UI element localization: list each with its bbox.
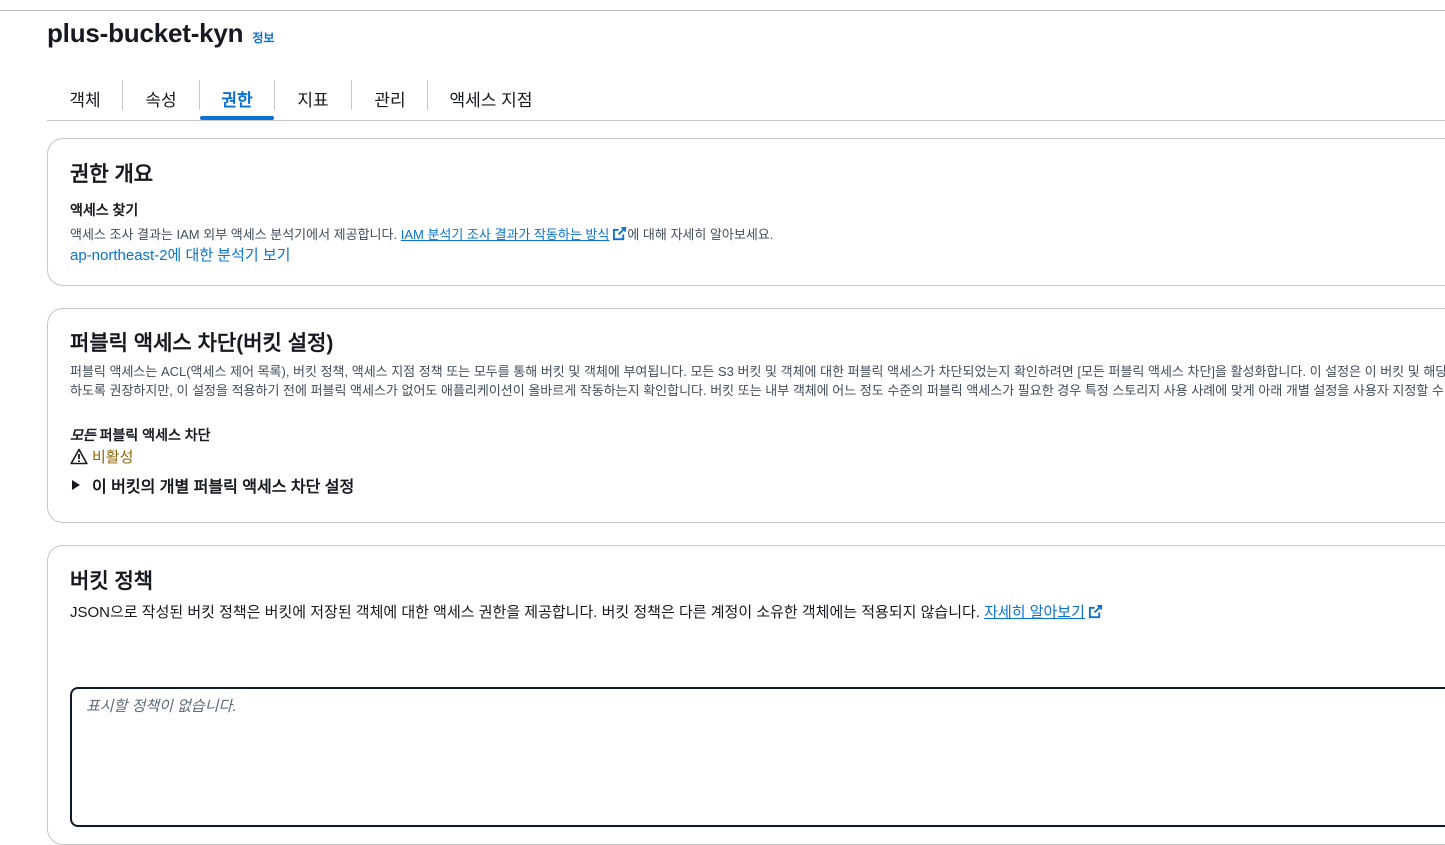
tab-bar: 객체 속성 권한 지표 관리 액세스 지점 [47,76,1445,121]
all-block-label: 모든 퍼블릭 액세스 차단 [70,425,210,445]
bucket-name-title: plus-bucket-kyn [47,18,244,48]
tab-access-points[interactable]: 액세스 지점 [428,76,554,120]
iam-analyzer-doc-link[interactable]: IAM 분석기 조사 결과가 작동하는 방식 [400,226,628,242]
tab-permissions[interactable]: 권한 [200,76,274,120]
access-desc-prefix: 액세스 조사 결과는 IAM 외부 액세스 분석기에서 제공합니다. [70,227,398,242]
caret-right-icon [72,480,80,490]
block-status: 비활성 [70,446,133,467]
warning-icon [70,448,88,465]
view-analyzer-link[interactable]: ap-northeast-2에 대한 분석기 보기 [70,244,290,265]
tab-management[interactable]: 관리 [352,76,428,120]
block-public-desc-line2: 하도록 권장하지만, 이 설정을 적용하기 전에 퍼블릭 액세스가 없어도 애플… [70,383,1445,398]
tab-metrics[interactable]: 지표 [275,76,351,120]
bucket-policy-card: 버킷 정책 JSON으로 작성된 버킷 정책은 버킷에 저장된 객체에 대한 액… [47,545,1445,845]
individual-settings-expander[interactable]: 이 버킷의 개별 퍼블릭 액세스 차단 설정 [70,473,354,497]
access-finding-heading: 액세스 찾기 [70,202,139,218]
info-link[interactable]: 정보 [252,29,274,46]
top-divider [0,10,1445,11]
empty-policy-placeholder: 표시할 정책이 없습니다. [86,698,237,715]
page-header: plus-bucket-kyn 정보 [47,18,274,49]
access-finding-desc: 액세스 조사 결과는 IAM 외부 액세스 분석기에서 제공합니다. IAM 분… [70,224,773,243]
iam-analyzer-doc-link-label: IAM 분석기 조사 결과가 작동하는 방식 [400,227,610,242]
access-desc-suffix: 에 대해 자세히 알아보세요. [627,227,774,242]
external-link-icon [613,226,627,241]
block-status-text: 비활성 [92,449,134,466]
all-block-em: 모든 [70,427,96,443]
tab-properties[interactable]: 속성 [123,76,199,120]
bucket-policy-editor[interactable]: 표시할 정책이 없습니다. [70,687,1445,827]
block-public-desc-line1: 퍼블릭 액세스는 ACL(액세스 제어 목록), 버킷 정책, 액세스 지점 정… [70,364,1445,379]
tab-objects[interactable]: 객체 [47,76,123,120]
expander-label: 이 버킷의 개별 퍼블릭 액세스 차단 설정 [92,479,355,496]
bucket-policy-desc: JSON으로 작성된 버킷 정책은 버킷에 저장된 객체에 대한 액세스 권한을… [70,601,1103,622]
block-public-access-card: 퍼블릭 액세스 차단(버킷 설정) 퍼블릭 액세스는 ACL(액세스 제어 목록… [47,308,1445,523]
learn-more-label: 자세히 알아보기 [984,604,1085,621]
bucket-policy-desc-text: JSON으로 작성된 버킷 정책은 버킷에 저장된 객체에 대한 액세스 권한을… [70,604,980,621]
external-link-icon [1088,604,1102,619]
learn-more-link[interactable]: 자세히 알아보기 [984,604,1103,621]
block-public-access-title: 퍼블릭 액세스 차단(버킷 설정) [70,332,334,355]
permissions-overview-card: 권한 개요 액세스 찾기 액세스 조사 결과는 IAM 외부 액세스 분석기에서… [47,138,1445,286]
all-block-rest: 퍼블릭 액세스 차단 [95,427,211,443]
bucket-policy-title: 버킷 정책 [70,570,154,593]
overview-title: 권한 개요 [70,163,154,186]
